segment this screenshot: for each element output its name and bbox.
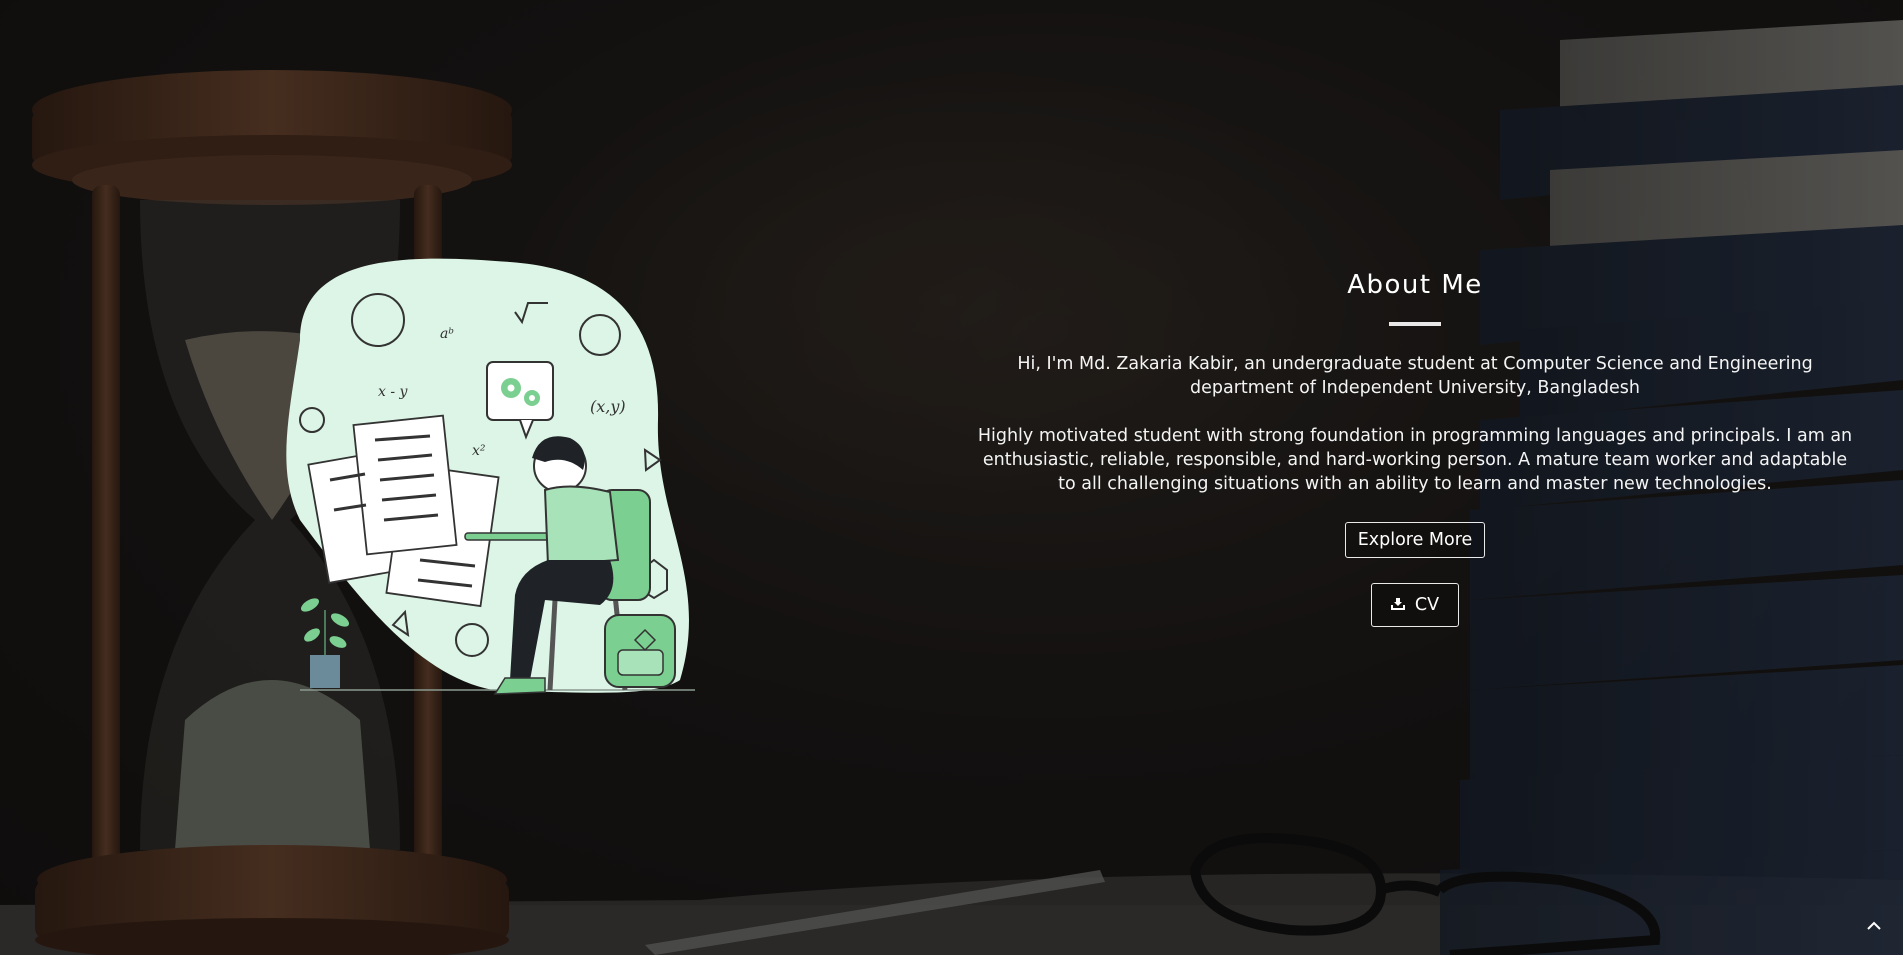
svg-text:x - y: x - y [378, 384, 409, 400]
svg-text:aᵇ: aᵇ [440, 326, 454, 342]
about-title: About Me [1347, 270, 1483, 300]
explore-more-label: Explore More [1357, 530, 1473, 550]
svg-text:(x,y): (x,y) [590, 397, 626, 416]
about-intro: Hi, I'm Md. Zakaria Kabir, an undergradu… [1017, 354, 1813, 398]
svg-text:x²: x² [472, 443, 486, 459]
title-divider [1389, 322, 1441, 326]
cv-download-button[interactable]: CV [1371, 583, 1459, 627]
about-section: About Me Hi, I'm Md. Zakaria Kabir, an u… [975, 270, 1855, 627]
download-icon [1390, 595, 1405, 615]
about-description: Highly motivated student with strong fou… [977, 426, 1853, 494]
cv-label: CV [1414, 595, 1440, 615]
explore-more-button[interactable]: Explore More [1344, 522, 1486, 558]
chevron-up-icon [1867, 921, 1881, 930]
scroll-to-top-button[interactable] [1863, 915, 1885, 937]
